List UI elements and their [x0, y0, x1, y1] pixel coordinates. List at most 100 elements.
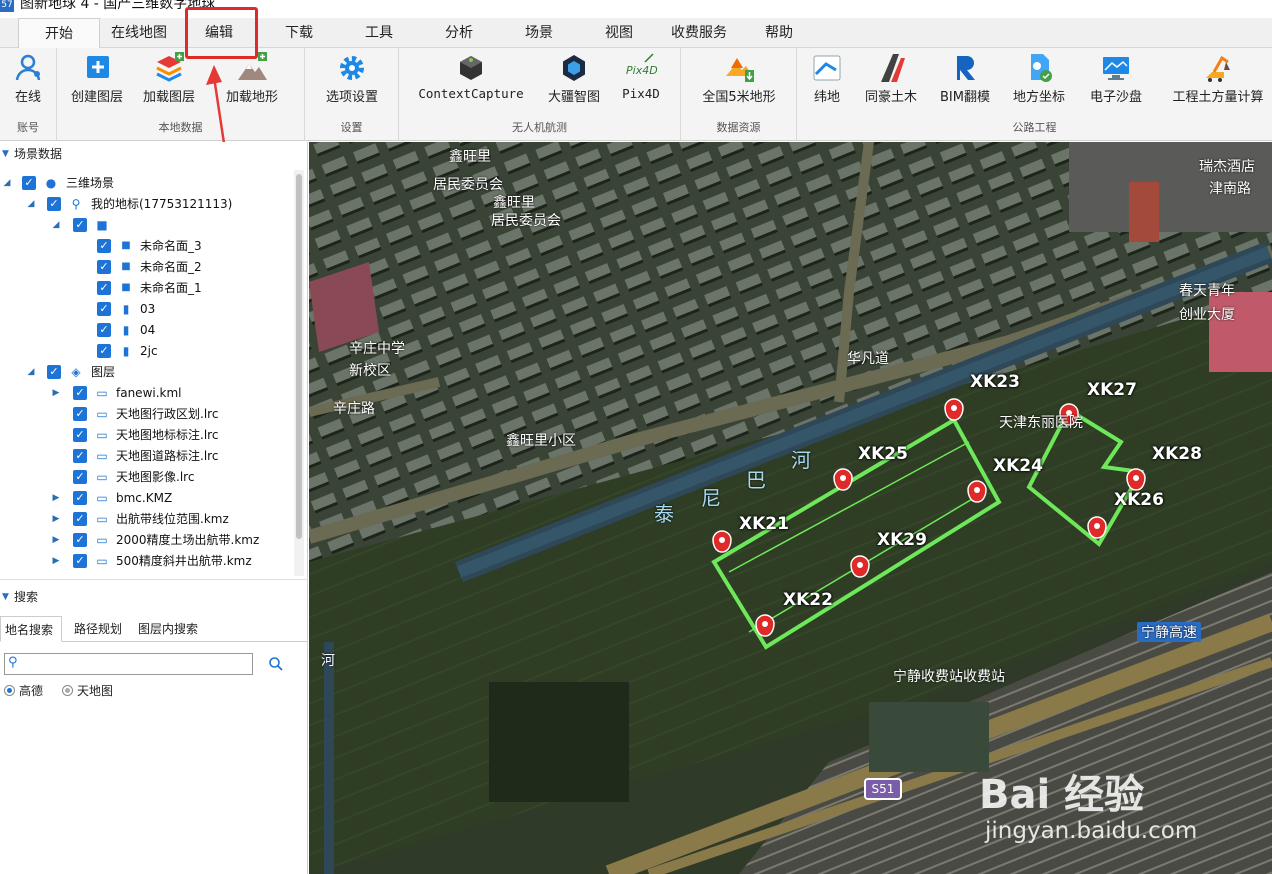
checkbox[interactable]: ✓: [73, 407, 87, 421]
place-label: 津南路: [1209, 181, 1251, 197]
radio-gaode[interactable]: 高德: [4, 682, 43, 699]
search-icon[interactable]: [268, 656, 284, 672]
search-box[interactable]: ⚲: [4, 653, 253, 675]
tree-item-layer-0[interactable]: ▶ ✓ ▭ fanewi.kml: [0, 383, 294, 403]
tonghao-button[interactable]: 同豪土木: [859, 50, 923, 105]
checkbox[interactable]: ✓: [47, 197, 61, 211]
tree-item-my-places[interactable]: ◢ ✓ ⚲ 我的地标(17753121113): [0, 194, 294, 214]
radio-tianditu[interactable]: 天地图: [62, 682, 113, 699]
terrain-5m-button[interactable]: 全国5米地形: [693, 50, 785, 105]
radio-dot[interactable]: [62, 685, 73, 696]
tree-scrollbar[interactable]: [294, 170, 304, 576]
checkbox[interactable]: ✓: [97, 239, 111, 253]
tab-help[interactable]: 帮助: [740, 18, 818, 48]
tree-item-polygon-1[interactable]: ✓ ■ 未命名面_1: [0, 278, 294, 298]
monitor-icon: ▭: [96, 449, 108, 463]
expand-arrow-icon[interactable]: ◢: [26, 194, 36, 214]
marker-xk22[interactable]: [755, 614, 775, 637]
earthwork-button[interactable]: 工程土方量计算: [1165, 50, 1271, 105]
tree-item-polygon-2[interactable]: ✓ ■ 未命名面_2: [0, 257, 294, 277]
scrollbar-thumb[interactable]: [296, 174, 302, 539]
expand-arrow-icon[interactable]: ▶: [51, 551, 61, 571]
checkbox[interactable]: ✓: [73, 428, 87, 442]
marker-xk29[interactable]: [850, 555, 870, 578]
context-capture-button[interactable]: ContextCapture: [413, 50, 529, 101]
marker-xk24[interactable]: [967, 480, 987, 503]
marker-xk23[interactable]: [944, 398, 964, 421]
online-button[interactable]: 在线: [4, 50, 52, 105]
sandbox-button[interactable]: 电子沙盘: [1083, 50, 1149, 105]
tree-item-layer-1[interactable]: ✓ ▭ 天地图行政区划.lrc: [0, 404, 294, 424]
expand-arrow-icon[interactable]: ▶: [51, 488, 61, 508]
create-layer-button[interactable]: 创建图层: [69, 50, 125, 105]
tree-item-layer-5[interactable]: ▶ ✓ ▭ bmc.KMZ: [0, 488, 294, 508]
bim-button[interactable]: BIM翻模: [933, 50, 997, 105]
tree-item-layer-2[interactable]: ✓ ▭ 天地图地标标注.lrc: [0, 425, 294, 445]
tree-item-layer-4[interactable]: ✓ ▭ 天地图影像.lrc: [0, 467, 294, 487]
expand-arrow-icon[interactable]: ◢: [2, 173, 12, 193]
tab-start[interactable]: 开始: [18, 18, 100, 49]
place-label: 春天青年: [1179, 283, 1235, 299]
tree-item-layer-3[interactable]: ✓ ▭ 天地图道路标注.lrc: [0, 446, 294, 466]
checkbox[interactable]: ✓: [73, 218, 87, 232]
checkbox[interactable]: ✓: [97, 260, 111, 274]
tab-analysis[interactable]: 分析: [420, 18, 498, 48]
tree-item-layer-6[interactable]: ▶ ✓ ▭ 出航带线位范围.kmz: [0, 509, 294, 529]
tree-item-polygon-3[interactable]: ✓ ■ 未命名面_3: [0, 236, 294, 256]
checkbox[interactable]: ✓: [73, 449, 87, 463]
tree-item-2jc[interactable]: ✓ ▮ 2jc: [0, 341, 294, 361]
tree-item-root[interactable]: ◢ ✓ ● 三维场景: [0, 173, 294, 193]
checkbox[interactable]: ✓: [47, 365, 61, 379]
dajiang-button[interactable]: 大疆智图: [541, 50, 607, 105]
checkbox[interactable]: ✓: [73, 491, 87, 505]
tab-view[interactable]: 视图: [580, 18, 658, 48]
tab-layer-search[interactable]: 图层内搜索: [134, 616, 206, 642]
checkbox[interactable]: ✓: [73, 512, 87, 526]
checkbox[interactable]: ✓: [97, 302, 111, 316]
tab-online-map[interactable]: 在线地图: [100, 18, 178, 48]
add-layer-icon: [87, 56, 109, 78]
checkbox[interactable]: ✓: [73, 554, 87, 568]
tab-scene[interactable]: 场景: [500, 18, 578, 48]
weidi-button[interactable]: 纬地: [807, 50, 847, 105]
marker-xk25[interactable]: [833, 468, 853, 491]
checkbox[interactable]: ✓: [73, 533, 87, 547]
expand-arrow-icon[interactable]: ▶: [51, 383, 61, 403]
polygon-icon: ■: [121, 240, 131, 251]
tab-place-search[interactable]: 地名搜索: [0, 616, 62, 642]
radio-dot[interactable]: [4, 685, 15, 696]
search-input[interactable]: [23, 655, 249, 673]
marker-xk26[interactable]: [1087, 516, 1107, 539]
options-button[interactable]: 选项设置: [319, 50, 385, 105]
expand-arrow-icon[interactable]: ◢: [26, 362, 36, 382]
tab-route-planning[interactable]: 路径规划: [70, 616, 130, 642]
expand-arrow-icon[interactable]: ▶: [51, 530, 61, 550]
tab-download[interactable]: 下载: [260, 18, 338, 48]
checkbox[interactable]: ✓: [97, 323, 111, 337]
checkbox[interactable]: ✓: [22, 176, 36, 190]
tree-item-folder[interactable]: ◢ ✓ ■: [0, 215, 294, 235]
monitor-icon: ▭: [96, 407, 108, 421]
marker-xk21[interactable]: [712, 530, 732, 553]
tab-tools[interactable]: 工具: [340, 18, 418, 48]
marker-xk28[interactable]: [1126, 468, 1146, 491]
expand-arrow-icon[interactable]: ◢: [51, 215, 61, 235]
checkbox[interactable]: ✓: [97, 344, 111, 358]
pix4d-button[interactable]: Pix4D Pix4D: [615, 50, 667, 101]
tree-item-04[interactable]: ✓ ▮ 04: [0, 320, 294, 340]
expand-arrow-icon[interactable]: ▶: [51, 509, 61, 529]
tab-paid-service[interactable]: 收费服务: [660, 18, 738, 48]
checkbox[interactable]: ✓: [73, 470, 87, 484]
tree-item-layers[interactable]: ◢ ✓ ◈ 图层: [0, 362, 294, 382]
map-view[interactable]: XK21 XK22 XK23 XK24 XK25 XK26 XK27 XK28 …: [309, 142, 1272, 874]
river-label: 泰: [654, 502, 674, 526]
scene-data-header[interactable]: ▼ 场景数据: [0, 143, 308, 165]
tree-item-layer-8[interactable]: ▶ ✓ ▭ 500精度斜井出航带.kmz: [0, 551, 294, 571]
checkbox[interactable]: ✓: [73, 386, 87, 400]
checkbox[interactable]: ✓: [97, 281, 111, 295]
place-label: 鑫旺里: [449, 149, 491, 165]
local-coord-button[interactable]: 地方坐标: [1007, 50, 1071, 105]
search-header[interactable]: ▼ 搜索: [0, 586, 308, 608]
tree-item-03[interactable]: ✓ ▮ 03: [0, 299, 294, 319]
tree-item-layer-7[interactable]: ▶ ✓ ▭ 2000精度土场出航带.kmz: [0, 530, 294, 550]
